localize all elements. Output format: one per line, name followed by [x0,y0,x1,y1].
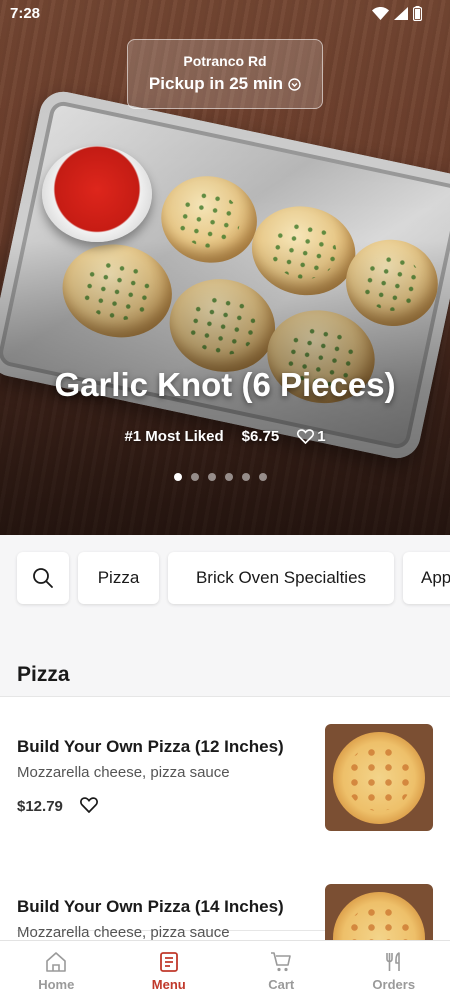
hero-banner[interactable]: 7:28 Potranco Rd Pickup in 25 min Garlic… [0,0,450,535]
search-icon [33,568,53,588]
nav-tab-cart[interactable]: Cart [225,941,338,1000]
status-bar: 7:28 [0,0,450,28]
cart-icon [271,952,292,972]
search-button[interactable] [17,552,69,604]
signal-icon [394,7,408,20]
orders-icon [385,952,400,971]
carousel-indicator [174,473,267,481]
category-bar: Pizza Brick Oven Specialties Appetizers [0,535,450,623]
pickup-location: Potranco Rd [183,53,267,69]
featured-price: $6.75 [241,428,280,445]
wifi-icon [372,7,389,20]
featured-badge: #1 Most Liked [124,428,224,445]
menu-item-image [325,724,433,831]
featured-likes-count: 1 [317,428,326,445]
heart-icon [297,429,315,444]
menu-item-image [325,884,433,940]
status-time: 7:28 [10,5,41,22]
carousel-dot[interactable] [208,473,216,481]
menu-list: Pizza Build Your Own Pizza (12 Inches) M… [0,623,450,940]
nav-label: Orders [372,977,416,992]
pickup-time-label: Pickup in 25 min [148,74,284,93]
nav-label: Home [38,977,75,992]
carousel-dot[interactable] [174,473,182,481]
menu-item[interactable]: Build Your Own Pizza (12 Inches) Mozzare… [0,697,450,847]
bottom-nav: Home Menu Cart Orders [0,940,450,1000]
chevron-down-icon [288,77,301,91]
battery-icon [413,6,422,21]
carousel-dot[interactable] [259,473,267,481]
menu-item-name: Build Your Own Pizza (12 Inches) [17,737,284,756]
carousel-dot[interactable] [242,473,250,481]
pickup-selector[interactable]: Potranco Rd Pickup in 25 min [127,39,323,109]
category-chip-appetizers[interactable]: Appetizers [403,552,450,604]
menu-item[interactable]: Build Your Own Pizza (14 Inches) Mozzare… [0,857,450,940]
nav-tab-home[interactable]: Home [0,941,113,1000]
category-chip-label: Appetizers [421,568,450,587]
nav-tab-menu[interactable]: Menu [113,941,226,1000]
menu-item-description: Mozzarella cheese, pizza sauce [17,924,230,940]
featured-item-title: Garlic Knot (6 Pieces) [54,366,396,403]
menu-item-name: Build Your Own Pizza (14 Inches) [17,897,284,916]
featured-item-meta: #1 Most Liked $6.75 1 [0,428,450,445]
carousel-dot[interactable] [225,473,233,481]
menu-icon [159,952,178,972]
category-chip-pizza[interactable]: Pizza [78,552,159,604]
section-title: Pizza [17,663,70,686]
nav-label: Menu [151,977,186,992]
nav-tab-orders[interactable]: Orders [338,941,450,1000]
nav-label: Cart [268,977,295,992]
menu-item-description: Mozzarella cheese, pizza sauce [17,764,230,781]
home-icon [46,952,67,972]
category-chip-brick-oven[interactable]: Brick Oven Specialties [168,552,394,604]
heart-icon[interactable] [80,797,98,813]
carousel-dot[interactable] [191,473,199,481]
menu-item-price: $12.79 [17,798,63,815]
featured-likes[interactable]: 1 [297,428,326,445]
